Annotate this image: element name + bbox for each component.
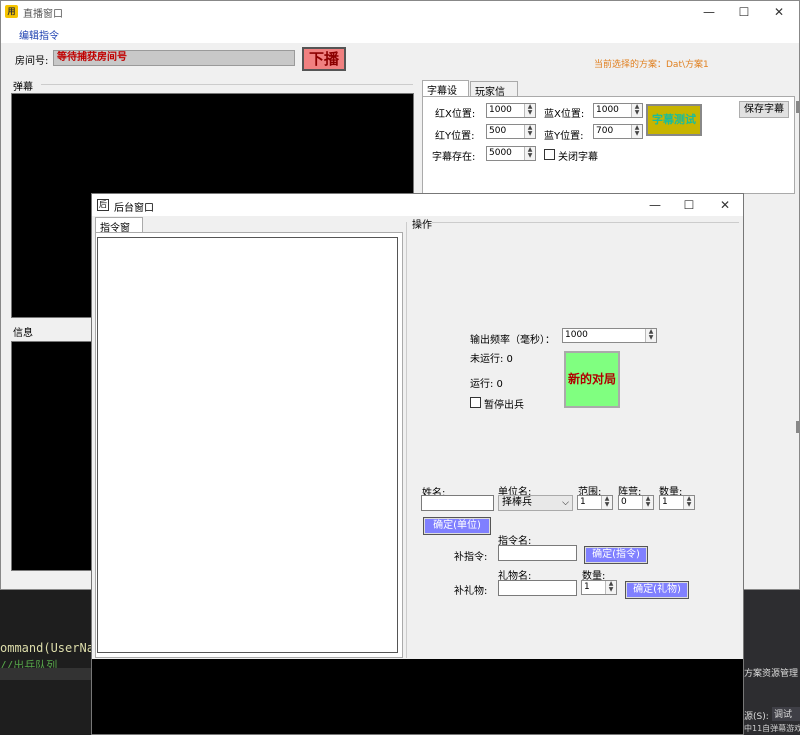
spin-arrows-icon[interactable]: ▲ ▼: [642, 496, 653, 509]
tab-subtitle-settings[interactable]: 字幕设置: [422, 80, 469, 112]
debug-combo[interactable]: 调试: [772, 707, 800, 721]
backend-bottom-panel: [92, 659, 743, 734]
supplement-cmd-label: 补指令:: [454, 552, 488, 563]
pause-spawn-label: 暂停出兵: [484, 400, 524, 411]
red-x-value: 1000: [489, 105, 512, 115]
window-title: 直播窗口: [23, 9, 63, 20]
right-edge-strip: [796, 101, 800, 441]
blue-y-label: 蓝Y位置:: [544, 131, 584, 142]
menu-edit-commands[interactable]: 编辑指令: [19, 27, 59, 42]
ide-scrollbar: [0, 668, 91, 680]
name-input[interactable]: [421, 495, 494, 511]
chevron-down-icon: ⌵: [562, 498, 569, 508]
backend-titlebar: 后 后台窗口 — ☐ ✕: [92, 194, 743, 216]
spin-arrows-icon[interactable]: ▲ ▼: [683, 496, 694, 509]
freq-label: 输出频率（毫秒）：: [470, 335, 555, 346]
divider: [406, 222, 407, 658]
room-input[interactable]: 等待捕获房间号: [53, 50, 295, 66]
spin-arrows-icon[interactable]: ▲ ▼: [605, 581, 616, 594]
spin-arrows-icon[interactable]: ▲ ▼: [601, 496, 612, 509]
source-label: 源(S):: [744, 712, 769, 722]
divider: [41, 84, 413, 85]
ops-group-title: 操作: [412, 220, 432, 231]
freq-value: 1000: [565, 330, 588, 340]
red-y-value: 500: [489, 126, 507, 136]
qty-value: 1: [662, 497, 668, 507]
unit-value: 择棒兵: [502, 497, 532, 508]
freq-spinner[interactable]: 1000 ▲ ▼: [562, 328, 657, 343]
solution-explorer-label[interactable]: 方案资源管理: [744, 666, 798, 679]
save-subtitle-button[interactable]: 保存字幕: [739, 101, 789, 118]
red-y-spinner[interactable]: 500 ▲ ▼: [486, 124, 536, 139]
confirm-cmd-button[interactable]: 确定(指令): [584, 546, 648, 564]
red-y-label: 红Y位置:: [435, 131, 475, 142]
blue-x-label: 蓝X位置:: [544, 109, 585, 120]
danmu-group-title: 弹幕: [13, 82, 33, 93]
gift-qty-value: 1: [584, 582, 590, 592]
pause-spawn-checkbox[interactable]: [470, 397, 481, 408]
spin-arrows-icon[interactable]: ▲ ▼: [631, 125, 642, 138]
tab-command-window[interactable]: 指令窗口: [95, 217, 143, 249]
backend-app-icon: 后: [97, 199, 109, 211]
close-button[interactable]: ✕: [710, 196, 740, 214]
maximize-button[interactable]: ☐: [674, 196, 704, 214]
divider: [432, 222, 739, 223]
backend-window-title: 后台窗口: [114, 203, 154, 214]
blue-y-spinner[interactable]: 700 ▲ ▼: [593, 124, 643, 139]
qty-spinner[interactable]: 1 ▲ ▼: [659, 495, 695, 510]
duration-value: 5000: [489, 148, 512, 158]
spin-arrows-icon[interactable]: ▲ ▼: [631, 104, 642, 117]
spin-arrows-icon[interactable]: ▲ ▼: [524, 104, 535, 117]
current-scheme-text: 当前选择的方案：Dat\方案1: [594, 60, 709, 70]
room-label: 房间号:: [15, 56, 49, 67]
gift-qty-spinner[interactable]: 1 ▲ ▼: [581, 580, 617, 595]
info-panel[interactable]: [11, 341, 93, 571]
camp-spinner[interactable]: 0 ▲ ▼: [618, 495, 654, 510]
app-icon: 用: [5, 5, 18, 18]
red-x-spinner[interactable]: 1000 ▲ ▼: [486, 103, 536, 118]
tab-player-info[interactable]: 玩家信息: [470, 81, 518, 113]
live-window-titlebar: 用 直播窗口 — ☐ ✕: [1, 1, 799, 23]
maximize-button[interactable]: ☐: [729, 3, 759, 21]
info-group-title: 信息: [13, 328, 33, 339]
not-running-count: 未运行: 0: [470, 354, 513, 365]
red-x-label: 红X位置:: [435, 109, 476, 120]
subtitle-test-button[interactable]: 字幕测试: [646, 104, 702, 136]
unit-select[interactable]: 择棒兵 ⌵: [498, 495, 573, 511]
blue-x-value: 1000: [596, 105, 619, 115]
duration-label: 字幕存在:: [432, 152, 476, 163]
ide-status-text: 中11自弹幕游戏: [744, 724, 800, 733]
backend-window: 后 后台窗口 — ☐ ✕ 指令窗口 操作 输出频率（毫秒）： 1000 ▲▼ 未…: [91, 193, 744, 735]
blue-x-spinner[interactable]: 1000 ▲ ▼: [593, 103, 643, 118]
ide-code-line: ommand(UserNam: [0, 641, 102, 655]
range-value: 1: [580, 497, 586, 507]
close-button[interactable]: ✕: [764, 3, 794, 21]
gift-name-input[interactable]: [498, 580, 577, 596]
command-list[interactable]: [97, 237, 398, 653]
confirm-gift-button[interactable]: 确定(礼物): [625, 581, 689, 599]
close-subtitle-checkbox[interactable]: [544, 149, 555, 160]
menubar: 编辑指令: [1, 23, 799, 43]
cmd-name-input[interactable]: [498, 545, 577, 561]
close-subtitle-label: 关闭字幕: [558, 152, 598, 163]
minimize-button[interactable]: —: [640, 196, 670, 214]
spin-arrows-icon[interactable]: ▲ ▼: [524, 147, 535, 160]
spin-arrows-icon[interactable]: ▲ ▼: [524, 125, 535, 138]
stop-stream-button[interactable]: 下播: [302, 47, 346, 71]
spin-arrows-icon[interactable]: ▲ ▼: [645, 329, 656, 342]
range-spinner[interactable]: 1 ▲ ▼: [577, 495, 613, 510]
blue-y-value: 700: [596, 126, 614, 136]
confirm-unit-button[interactable]: 确定(单位): [423, 517, 491, 535]
supplement-gift-label: 补礼物:: [454, 586, 488, 597]
ide-side-panel: 方案资源管理 源(S): 调试 中11自弹幕游戏: [742, 578, 800, 735]
minimize-button[interactable]: —: [694, 3, 724, 21]
camp-value: 0: [621, 497, 627, 507]
running-count: 运行: 0: [470, 379, 503, 390]
duration-spinner[interactable]: 5000 ▲ ▼: [486, 146, 536, 161]
new-game-button[interactable]: 新的对局: [564, 351, 620, 408]
